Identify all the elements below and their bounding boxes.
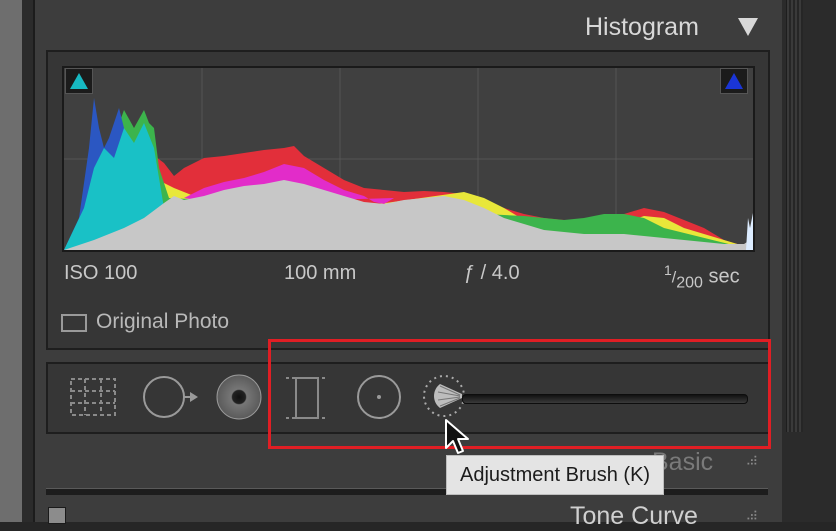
shadow-clip-triangle-icon xyxy=(70,73,88,89)
histogram-highlight-spike xyxy=(746,213,753,250)
exif-iso: ISO 100 xyxy=(64,262,138,284)
histogram-graph[interactable] xyxy=(62,66,755,252)
tool-highlight-box xyxy=(268,339,771,449)
crop-overlay-icon[interactable] xyxy=(68,376,118,418)
spot-removal-icon[interactable] xyxy=(140,372,202,422)
shutter-unit: sec xyxy=(708,265,740,288)
panel-scrollbar-track[interactable] xyxy=(782,0,836,522)
exif-focal-length: 100 mm xyxy=(284,262,357,284)
original-photo-label[interactable]: Original Photo xyxy=(96,310,229,334)
exif-shutter-speed: 1/200 sec xyxy=(664,262,740,292)
highlight-clip-triangle-icon xyxy=(725,73,743,89)
panel-scrollbar[interactable] xyxy=(786,0,803,432)
tone-curve-section-title[interactable]: Tone Curve xyxy=(570,502,698,531)
shutter-numerator: 1 xyxy=(664,262,672,278)
adjustment-brush-tooltip: Adjustment Brush (K) xyxy=(446,455,665,495)
shutter-denominator: 200 xyxy=(676,274,703,292)
highlight-clipping-toggle[interactable] xyxy=(720,68,748,94)
left-gutter xyxy=(22,0,33,522)
mouse-pointer-icon xyxy=(445,419,469,454)
histogram-title[interactable]: Histogram xyxy=(585,10,699,44)
left-panel-edge xyxy=(0,0,22,522)
original-photo-checkbox[interactable] xyxy=(61,314,87,332)
basic-panel-switch-icon[interactable] xyxy=(744,454,758,468)
shadow-clipping-toggle[interactable] xyxy=(65,68,93,94)
tone-curve-enable-toggle[interactable] xyxy=(48,507,66,524)
tone-curve-panel-switch-icon[interactable] xyxy=(744,508,758,522)
histogram-chart-svg xyxy=(64,68,753,250)
exif-aperture: ƒ / 4.0 xyxy=(464,262,520,284)
collapse-triangle-icon[interactable] xyxy=(738,18,758,36)
red-eye-correction-icon[interactable] xyxy=(214,372,264,422)
